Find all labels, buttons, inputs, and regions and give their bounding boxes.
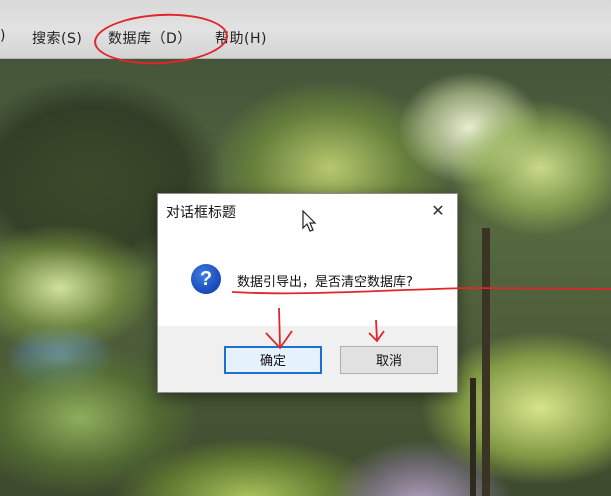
menu-search[interactable]: 搜索(S) [32,28,82,48]
mouse-cursor-icon [302,210,317,232]
ok-button[interactable]: 确定 [224,346,322,374]
tree-trunk [470,378,476,496]
menu-help[interactable]: 帮助(H) [215,28,267,48]
menu-bar: ) 搜索(S) 数据库（D） 帮助(H) [0,0,611,68]
cancel-button[interactable]: 取消 [340,346,438,374]
dialog-message: 数据引导出，是否清空数据库? [237,275,413,290]
question-icon: ? [191,264,221,294]
close-icon[interactable]: ✕ [427,200,449,222]
tree-trunk [482,228,490,496]
menu-item-truncated: ) [0,28,6,44]
dialog-footer: 确定 取消 [158,326,457,392]
dialog-body: ? 数据引导出，是否清空数据库? [158,226,457,326]
dialog-title: 对话框标题 [166,205,236,221]
menu-database[interactable]: 数据库（D） [108,28,192,48]
